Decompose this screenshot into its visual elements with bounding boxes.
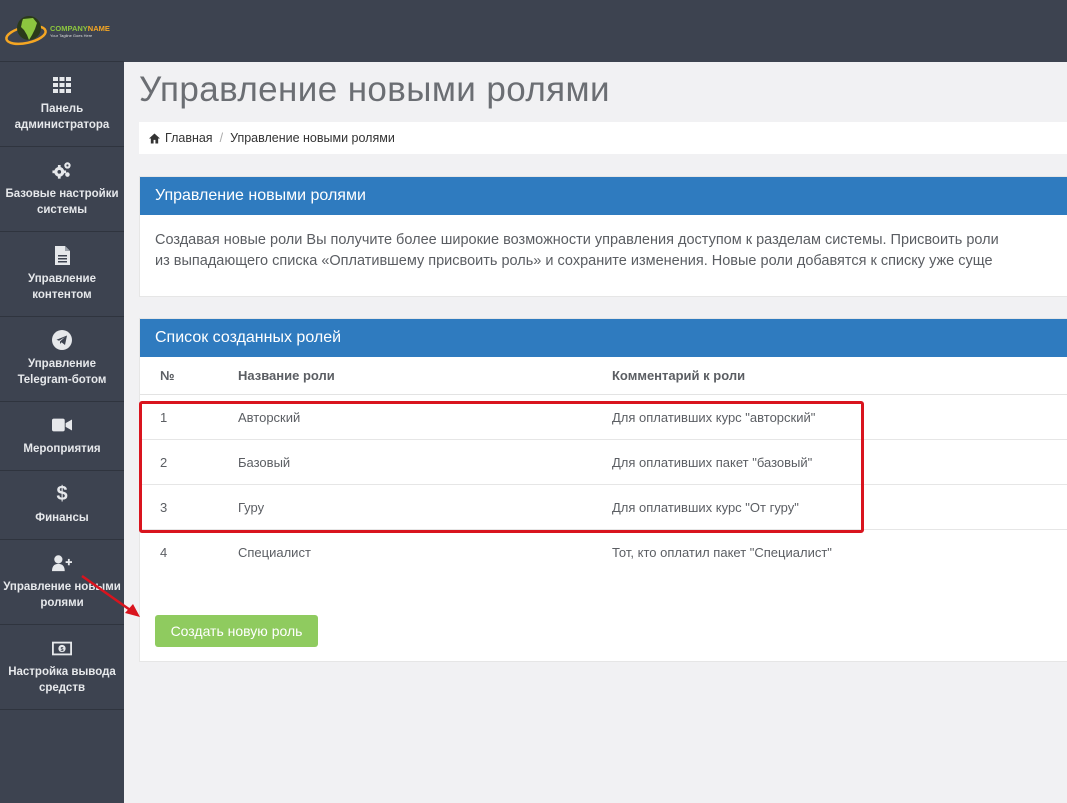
- role-name: Гуру: [238, 499, 265, 515]
- sidebar: COMPANYNAME Your Tagline Goes Here Панел…: [0, 0, 124, 803]
- page-title: Управление новыми ролями: [139, 70, 610, 109]
- column-header-number: №: [160, 368, 175, 383]
- company-name: COMPANYNAME: [50, 23, 110, 33]
- role-number: 1: [160, 409, 168, 425]
- table-row[interactable]: 2 Базовый Для оплативших пакет "базовый": [140, 440, 1067, 485]
- sidebar-item-label: Мероприятия: [23, 443, 101, 455]
- role-comment: Для оплативших курс "авторский": [612, 409, 816, 425]
- table-row[interactable]: 1 Авторский Для оплативших курс "авторск…: [140, 395, 1067, 440]
- roles-table: № Название роли Комментарий к роли 1 Авт…: [140, 357, 1067, 575]
- sidebar-item-label: Управление Telegram-ботом: [17, 358, 107, 386]
- video-camera-icon: [52, 415, 72, 435]
- column-header-role-comment: Комментарий к роли: [612, 368, 746, 383]
- sidebar-item-admin-panel[interactable]: Панель администратора: [0, 62, 124, 147]
- dollar-icon: $: [56, 482, 68, 505]
- sidebar-item-base-settings[interactable]: Базовые настройки системы: [0, 147, 124, 232]
- sidebar-item-label: Панель администратора: [14, 103, 110, 131]
- info-text-line-1: Создавая новые роли Вы получите более ши…: [155, 232, 999, 248]
- sidebar-item-withdrawal-settings[interactable]: $ Настройка вывода средств: [0, 625, 124, 710]
- role-number: 2: [160, 454, 168, 470]
- table-row[interactable]: 3 Гуру Для оплативших курс "От гуру": [140, 485, 1067, 530]
- globe-logo-icon: [5, 15, 47, 45]
- svg-text:$: $: [60, 646, 63, 652]
- table-row[interactable]: 4 Специалист Тот, кто оплатил пакет "Спе…: [140, 530, 1067, 575]
- roles-panel: Список созданных ролей № Название роли К…: [139, 318, 1067, 662]
- roles-panel-title: Список созданных ролей: [140, 319, 1067, 357]
- top-bar: [124, 0, 1067, 62]
- telegram-icon: [52, 330, 72, 350]
- sidebar-item-label: Управление новыми ролями: [3, 581, 121, 609]
- table-header-row: № Название роли Комментарий к роли: [140, 357, 1067, 395]
- role-name: Специалист: [238, 545, 311, 560]
- breadcrumb: Главная / Управление новыми ролями: [139, 122, 1067, 154]
- gears-icon: [52, 160, 72, 180]
- create-role-button[interactable]: Создать новую роль: [155, 615, 318, 647]
- role-name: Базовый: [238, 454, 291, 470]
- role-number: 4: [160, 545, 168, 560]
- home-icon: [149, 132, 160, 144]
- role-number: 3: [160, 499, 168, 515]
- sidebar-item-events[interactable]: Мероприятия: [0, 402, 124, 471]
- role-name: Авторский: [238, 409, 301, 425]
- logo[interactable]: COMPANYNAME Your Tagline Goes Here: [0, 0, 124, 62]
- money-icon: $: [52, 638, 72, 658]
- info-panel: Управление новыми ролями Создавая новые …: [139, 176, 1067, 297]
- sidebar-item-label: Управление контентом: [28, 273, 96, 301]
- sidebar-item-content[interactable]: Управление контентом: [0, 232, 124, 317]
- sidebar-item-telegram-bot[interactable]: Управление Telegram-ботом: [0, 317, 124, 402]
- sidebar-item-finance[interactable]: $ Финансы: [0, 471, 124, 540]
- file-icon: [52, 245, 72, 265]
- info-panel-title: Управление новыми ролями: [140, 177, 1067, 215]
- breadcrumb-separator: /: [219, 131, 224, 145]
- role-comment: Для оплативших пакет "базовый": [612, 454, 813, 470]
- role-comment: Для оплативших курс "От гуру": [612, 499, 799, 515]
- sidebar-item-label: Базовые настройки системы: [5, 188, 119, 216]
- company-tagline: Your Tagline Goes Here: [50, 32, 93, 38]
- grid-icon: [52, 75, 72, 95]
- main-content: Управление новыми ролями Главная / Управ…: [124, 62, 1067, 803]
- user-plus-icon: [52, 553, 72, 573]
- breadcrumb-current: Управление новыми ролями: [230, 131, 395, 145]
- sidebar-item-label: Финансы: [35, 512, 89, 524]
- sidebar-item-roles[interactable]: Управление новыми ролями: [0, 540, 124, 625]
- column-header-role-name: Название роли: [238, 368, 335, 383]
- info-text-line-2: из выпадающего списка «Оплатившему присв…: [155, 253, 993, 269]
- role-comment: Тот, кто оплатил пакет "Специалист": [612, 545, 832, 560]
- breadcrumb-home-link[interactable]: Главная: [165, 131, 213, 145]
- sidebar-item-label: Настройка вывода средств: [8, 666, 116, 694]
